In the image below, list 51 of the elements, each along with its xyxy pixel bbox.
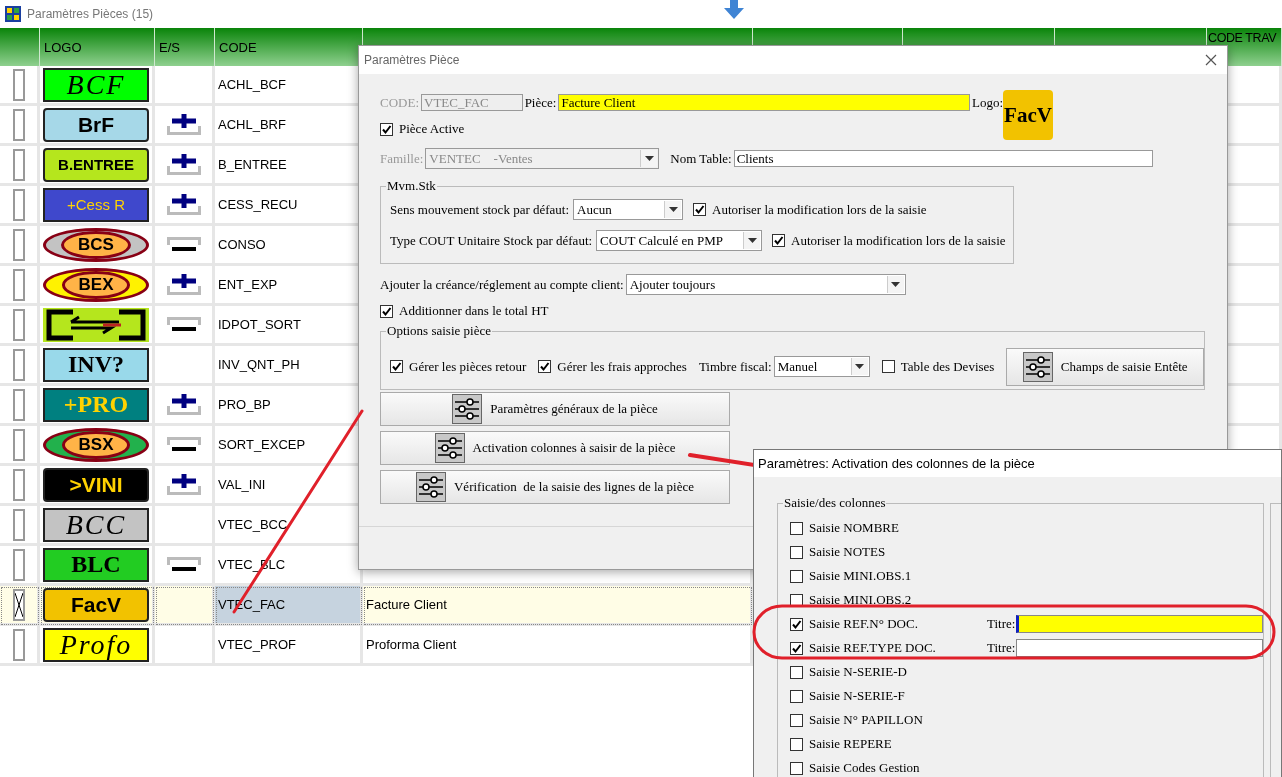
group-title: Options saisie pièce — [386, 323, 492, 339]
checkbox-label: Pièce Active — [399, 121, 465, 137]
checkbox-label: Saisie REPERE — [809, 736, 892, 752]
checkbox-label: Saisie N-SERIE-F — [809, 688, 905, 704]
field-label: Titre: — [987, 616, 1016, 632]
window-title: Paramètres Pièces (15) — [27, 7, 154, 21]
table-cell: VTEC_PROF — [215, 626, 363, 666]
logo: Profo — [43, 627, 149, 662]
checkbox-label: Saisie MINI.OBS.2 — [809, 592, 912, 608]
logo: +Cess R — [43, 187, 149, 222]
logo: +PRO — [43, 387, 149, 422]
logo: BCS — [43, 227, 149, 262]
checkbox-label: Saisie N° PAPILLON — [809, 712, 923, 728]
logo: FacV — [43, 587, 149, 622]
field-label: Ajouter la créance/réglement au compte client: — [380, 276, 624, 293]
logo: FacV — [1003, 90, 1053, 140]
checkbox-label: Saisie NOMBRE — [809, 520, 899, 536]
field-label: Type COUT Unitaire Stock par défaut: — [390, 232, 593, 249]
field-label: Pièce: — [524, 94, 557, 111]
field-label: Famille: — [380, 150, 424, 167]
logo: INV? — [43, 347, 149, 382]
logo: B.ENTREE — [43, 147, 149, 182]
checkbox-label: Autoriser la modification lors de la saisie — [791, 232, 1006, 249]
logo: >VINI — [43, 467, 149, 502]
logo: BEX — [43, 267, 149, 302]
checkbox-label: Saisie MINI.OBS.1 — [809, 568, 912, 584]
logo: BCC — [43, 507, 149, 542]
logo: BCF — [43, 67, 149, 102]
logo: BSX — [43, 427, 149, 462]
table-cell: Proforma Client — [363, 626, 753, 666]
checkbox-label: Gérer les pièces retour — [409, 358, 527, 375]
checkbox-label: Additionner dans le total HT — [399, 303, 549, 319]
field-label: Logo: — [971, 94, 1003, 111]
checkbox-label: Saisie NOTES — [809, 544, 886, 560]
checkbox-label: Autoriser la modification lors de la saisie — [712, 201, 927, 218]
field-label: Titre: — [987, 640, 1016, 656]
table-cell: Facture Client — [363, 586, 753, 626]
field-label: Sens mouvement stock par défaut: — [390, 201, 570, 218]
dialog-title: Paramètres: Activation des colonnes de la pièce — [754, 450, 1281, 477]
checkbox-label: Gérer les frais approches — [557, 358, 687, 375]
checkbox-label: Table des Devises — [900, 358, 995, 375]
checkbox-label: Saisie REF.N° DOC. — [809, 616, 918, 632]
checkbox-label: Saisie N-SERIE-D — [809, 664, 907, 680]
field-label: Timbre fiscal: — [698, 358, 772, 375]
dialog-title: Paramètres Pièce — [364, 53, 460, 67]
logo: BLC — [43, 547, 149, 582]
logo: BrF — [43, 107, 149, 142]
field-label: Nom Table: — [670, 150, 732, 167]
checkbox-label: Saisie Codes Gestion — [809, 760, 920, 776]
checkbox-label: Saisie REF.TYPE DOC. — [809, 640, 936, 656]
field-label: CODE: — [380, 94, 419, 111]
